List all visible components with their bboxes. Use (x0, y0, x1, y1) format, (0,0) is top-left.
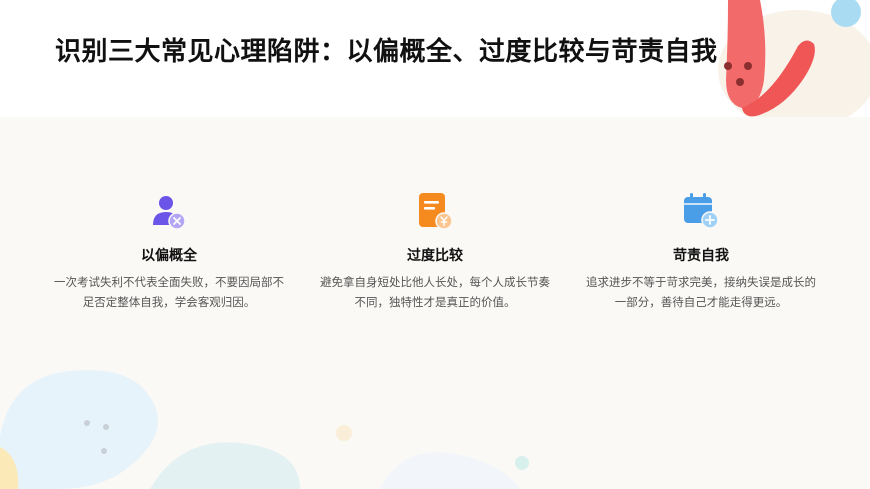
card-description: 一次考试失利不代表全面失败，不要因局部不足否定整体自我，学会客观归因。 (54, 277, 284, 309)
card-overgeneralization: 以偏概全 一次考试失利不代表全面失败，不要因局部不足否定整体自我，学会客观归因。 (51, 191, 287, 313)
card-description: 避免拿自身短处比他人长处，每个人成长节奏不同，独特性才是真正的价值。 (320, 277, 550, 309)
decoration-blobs (0, 370, 529, 489)
card-over-comparison: 过度比较 避免拿自身短处比他人长处，每个人成长节奏不同，独特性才是真正的价值。 (317, 191, 553, 313)
card-title: 以偏概全 (141, 247, 197, 263)
card-title: 苛责自我 (673, 247, 729, 263)
card-title: 过度比较 (407, 247, 463, 263)
card-self-criticism: 苛责自我 追求进步不等于苛求完美，接纳失误是成长的一部分，善待自己才能走得更远。 (583, 191, 819, 313)
header: 识别三大常见心理陷阱：以偏概全、过度比较与苛责自我 (0, 0, 870, 117)
page-title: 识别三大常见心理陷阱：以偏概全、过度比较与苛责自我 (55, 36, 718, 66)
document-yuan-icon (419, 193, 453, 230)
card-description: 追求进步不等于苛求完美，接纳失误是成长的一部分，善待自己才能走得更远。 (586, 277, 816, 309)
calendar-add-icon (684, 193, 719, 229)
main-content: 以偏概全 一次考试失利不代表全面失败，不要因局部不足否定整体自我，学会客观归因。… (0, 117, 870, 489)
user-remove-icon (153, 196, 186, 230)
